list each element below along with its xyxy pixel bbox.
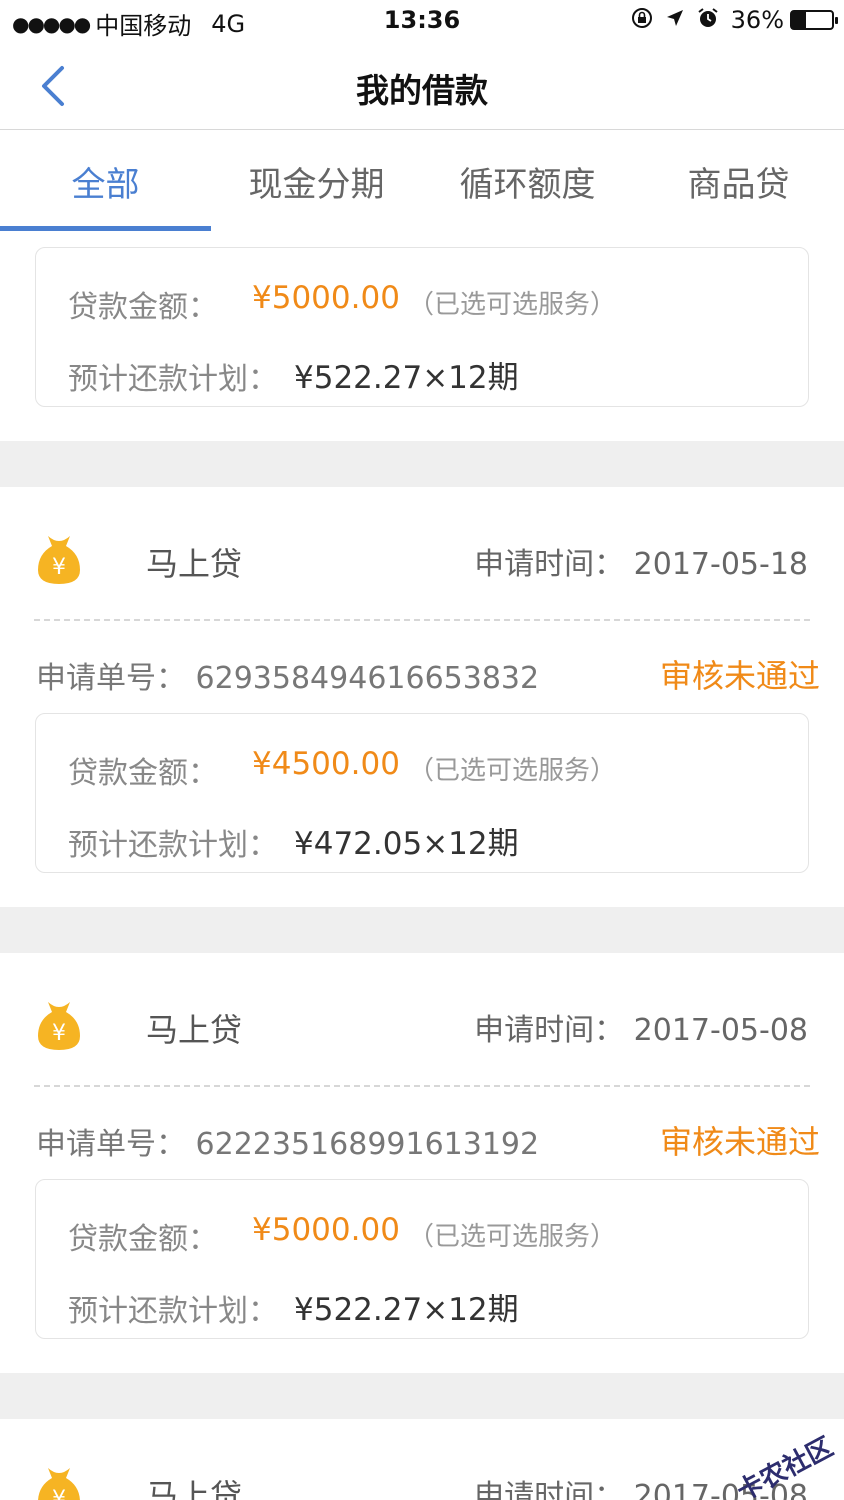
status-bar: ●●●●● 中国移动 4G 13:36 36%	[0, 0, 844, 42]
repayment-plan: ¥522.27×12期	[294, 360, 519, 396]
battery-fill	[792, 12, 807, 28]
order-number: 申请单号： 629358494616653832	[36, 661, 540, 696]
repayment-plan: ¥472.05×12期	[294, 826, 519, 862]
loan-amount: ¥5000.00	[252, 280, 400, 316]
svg-text:¥: ¥	[52, 555, 66, 580]
section-gap	[0, 1373, 844, 1419]
loan-card-header: ¥ 马上贷 申请时间： 2017-05-18	[0, 487, 844, 621]
loan-card[interactable]: ¥ 马上贷 申请时间： 2017-05-08 申请单号： 62223516899…	[0, 953, 844, 1373]
rotation-lock-icon	[631, 7, 653, 34]
tab-cash-installment[interactable]: 现金分期	[211, 131, 422, 231]
amount-label: 贷款金额：	[68, 756, 218, 791]
tab-revolving-credit[interactable]: 循环额度	[422, 131, 633, 231]
order-number: 申请单号： 622235168991613192	[36, 1127, 540, 1162]
repayment-plan: ¥522.27×12期	[294, 1292, 519, 1328]
alarm-icon	[697, 7, 719, 34]
amount-label: 贷款金额：	[68, 1222, 218, 1257]
loan-amount: ¥4500.00	[252, 746, 400, 782]
tab-bar: 全部 现金分期 循环额度 商品贷	[0, 131, 844, 231]
status-bar-right: 36%	[631, 6, 838, 34]
nav-bar: 我的借款	[0, 42, 844, 130]
amount-note: （已选可选服务）	[408, 756, 617, 786]
page-title: 我的借款	[356, 71, 488, 110]
battery-icon	[790, 10, 838, 30]
loan-card[interactable]: ¥ 马上贷 申请时间： 2017-05-08	[0, 1419, 844, 1500]
order-row: 申请单号： 622235168991613192 审核未通过	[0, 1087, 844, 1179]
svg-text:¥: ¥	[52, 1487, 66, 1500]
amount-label: 贷款金额：	[68, 290, 218, 325]
product-name: 马上贷	[146, 545, 243, 583]
loan-detail-box: 贷款金额： ¥5000.00 （已选可选服务） 预计还款计划： ¥522.27×…	[35, 247, 809, 407]
loan-list[interactable]: 贷款金额： ¥5000.00 （已选可选服务） 预计还款计划： ¥522.27×…	[0, 231, 844, 1500]
loan-amount: ¥5000.00	[252, 1212, 400, 1248]
plan-label: 预计还款计划：	[68, 828, 278, 863]
loan-card-header: ¥ 马上贷 申请时间： 2017-05-08	[0, 953, 844, 1087]
loan-card[interactable]: ¥ 马上贷 申请时间： 2017-05-18 申请单号： 62935849461…	[0, 487, 844, 907]
tab-product-loan[interactable]: 商品贷	[633, 131, 844, 231]
apply-time: 申请时间： 2017-05-08	[474, 1013, 808, 1048]
status-badge: 审核未通过	[659, 657, 820, 695]
loan-card-header: ¥ 马上贷 申请时间： 2017-05-08	[0, 1419, 844, 1500]
product-name: 马上贷	[146, 1011, 243, 1049]
loan-card-partial[interactable]: 贷款金额： ¥5000.00 （已选可选服务） 预计还款计划： ¥522.27×…	[0, 231, 844, 441]
plan-label: 预计还款计划：	[68, 362, 278, 397]
location-arrow-icon	[665, 8, 685, 33]
section-gap	[0, 441, 844, 487]
order-row: 申请单号： 629358494616653832 审核未通过	[0, 621, 844, 713]
tab-all[interactable]: 全部	[0, 131, 211, 231]
status-badge: 审核未通过	[659, 1123, 820, 1161]
plan-label: 预计还款计划：	[68, 1294, 278, 1329]
money-bag-icon: ¥	[38, 1002, 80, 1050]
money-bag-icon: ¥	[38, 536, 80, 584]
loan-detail-box: 贷款金额： ¥5000.00 （已选可选服务） 预计还款计划： ¥522.27×…	[35, 1179, 809, 1339]
amount-note: （已选可选服务）	[408, 1222, 617, 1252]
money-bag-icon: ¥	[38, 1468, 80, 1500]
loan-detail-box: 贷款金额： ¥4500.00 （已选可选服务） 预计还款计划： ¥472.05×…	[35, 713, 809, 873]
svg-text:¥: ¥	[52, 1021, 66, 1046]
battery-percent: 36%	[730, 6, 784, 34]
apply-time: 申请时间： 2017-05-18	[474, 547, 808, 582]
product-name: 马上贷	[146, 1477, 243, 1500]
section-gap	[0, 907, 844, 953]
amount-note: （已选可选服务）	[408, 290, 617, 320]
